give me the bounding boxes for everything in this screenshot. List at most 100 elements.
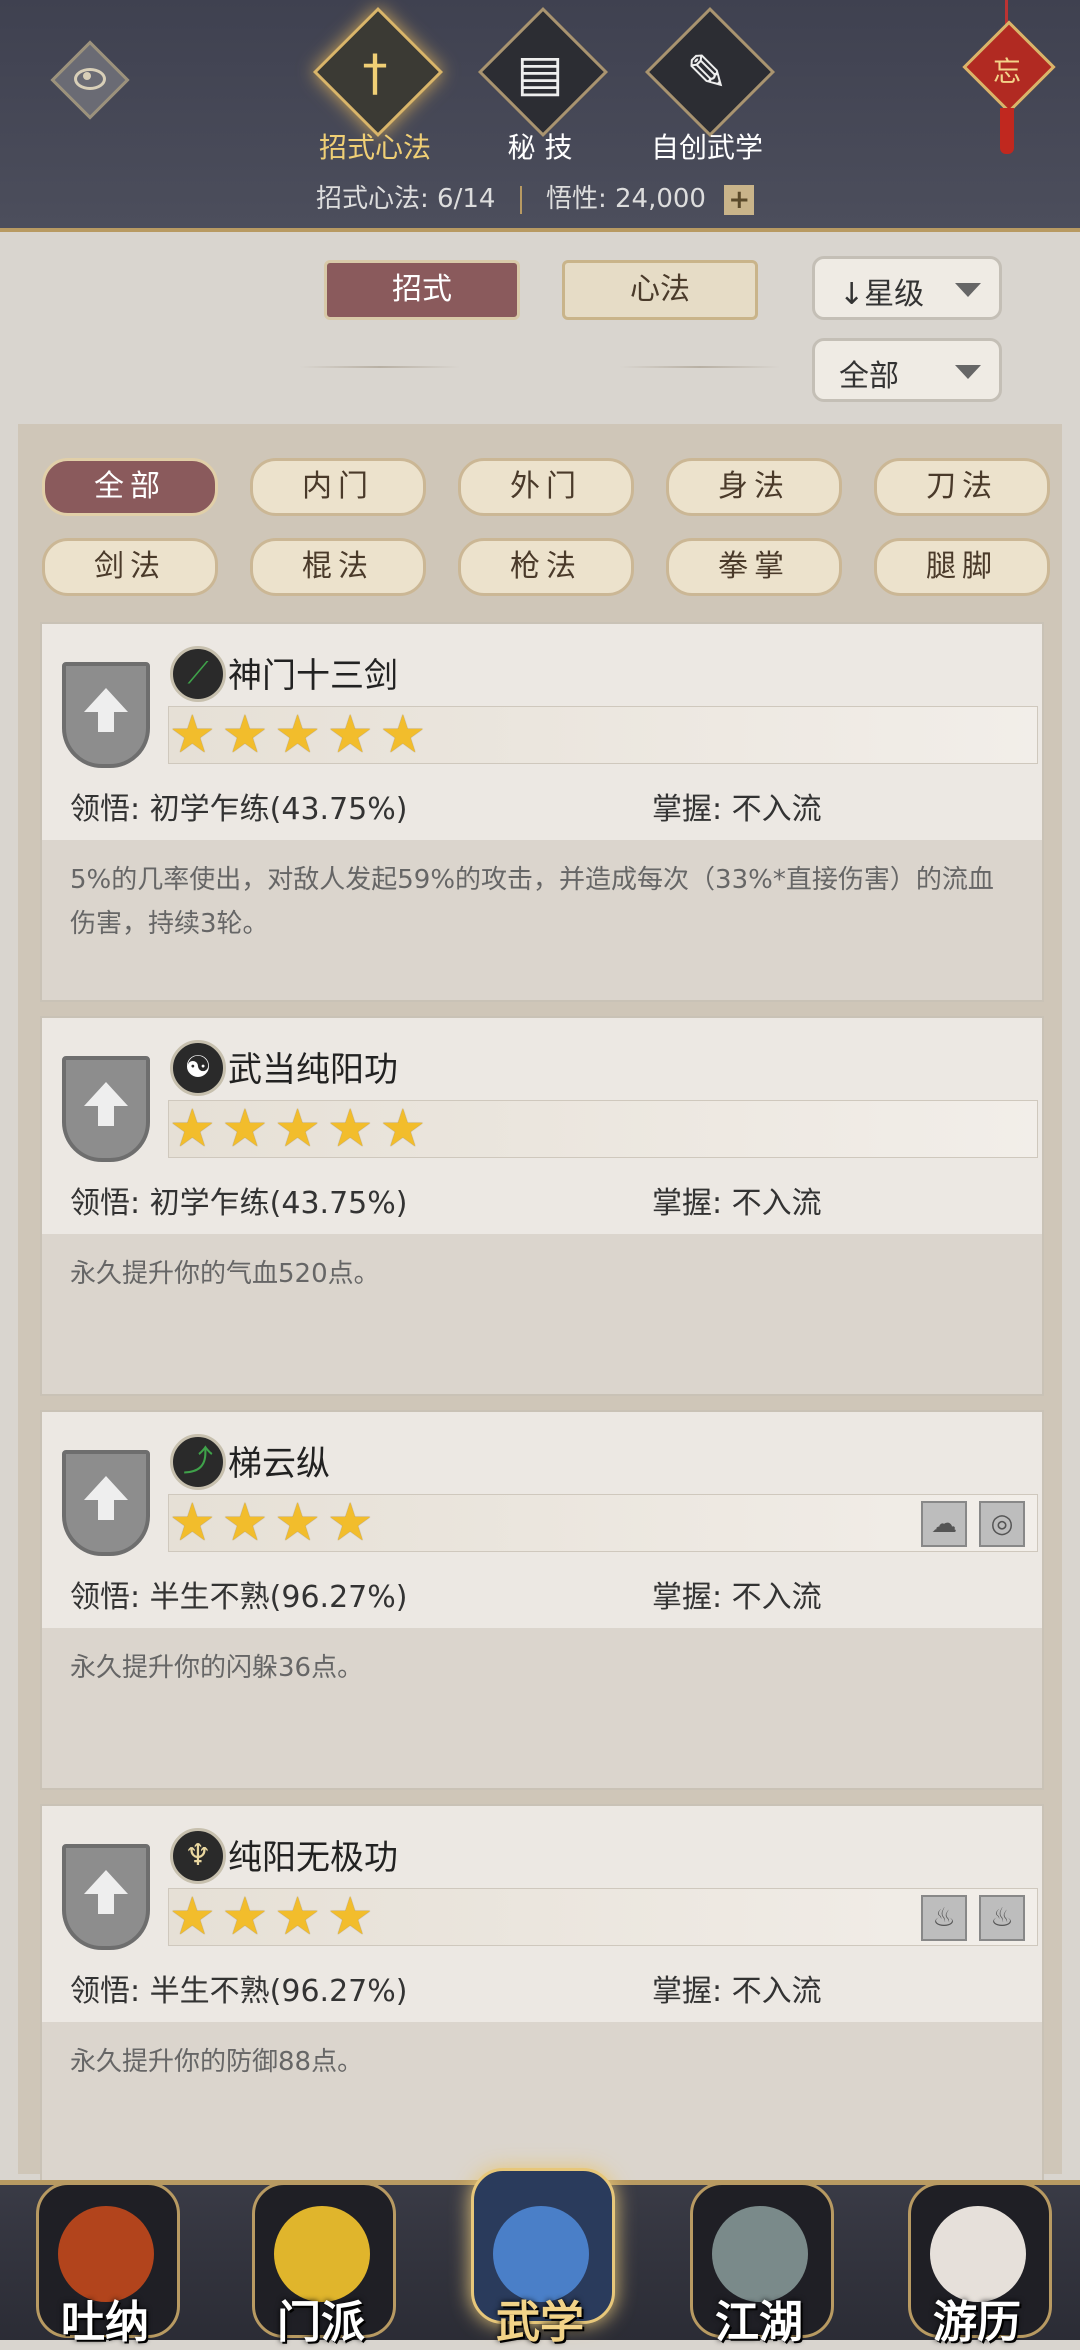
category-chip-inner[interactable]: 内门 <box>250 458 426 516</box>
comprehension: 领悟: 半生不熟(96.27%) <box>70 1966 407 2010</box>
up-arrow-stem <box>98 1892 114 1914</box>
eye-pupil <box>83 72 91 80</box>
tab-moves-methods[interactable]: † 招式心法 <box>300 6 450 174</box>
upgrade-shield-icon[interactable] <box>62 662 150 768</box>
up-arrow-stem <box>98 710 114 732</box>
upgrade-shield-icon[interactable] <box>62 1844 150 1950</box>
scope-dropdown[interactable]: 全部 <box>812 338 1002 402</box>
comprehension-value: 半生不熟(96.27%) <box>149 1580 408 1615</box>
up-arrow-stem <box>98 1104 114 1126</box>
eye-icon <box>74 68 106 90</box>
up-arrow-icon <box>84 1476 128 1500</box>
comprehension-value: 半生不熟(96.27%) <box>149 1974 408 2009</box>
skill-description-box: 5%的几率使出，对敌人发起59%的攻击，并造成每次（33%*直接伤害）的流血伤害… <box>42 840 1042 1000</box>
stars-4: ★★★★ <box>169 1887 380 1947</box>
skill-card[interactable]: ⤴ 梯云纵 ★★★★ ☁ ◎ 领悟: 半生不熟(96.27%) 掌握: 不入流 … <box>40 1410 1044 1790</box>
category-chip-outer[interactable]: 外门 <box>458 458 634 516</box>
fire-icon[interactable]: ♨ <box>921 1895 967 1941</box>
category-chip-fist[interactable]: 拳掌 <box>666 538 842 596</box>
nav-travel[interactable]: 游历 <box>902 2176 1052 2348</box>
comprehension-label: 领悟: <box>70 792 141 827</box>
star-rating: ★★★★ ♨ ♨ <box>168 1887 1038 1947</box>
category-chip-staff[interactable]: 棍法 <box>250 538 426 596</box>
mastery: 掌握: 不入流 <box>652 1966 822 2010</box>
nav-martial-arts[interactable]: 武学 <box>465 2168 615 2348</box>
eye-button[interactable] <box>50 40 130 120</box>
category-chip-all[interactable]: 全部 <box>42 458 218 516</box>
wind-icon[interactable]: ◎ <box>979 1501 1025 1547</box>
tab-label: 秘 技 <box>507 131 573 164</box>
cloud-icon[interactable]: ☁ <box>921 1501 967 1547</box>
divider-ornament <box>620 366 780 368</box>
category-chip-spear[interactable]: 枪法 <box>458 538 634 596</box>
chevron-down-icon <box>955 283 981 297</box>
comprehension-value: 初学乍练(43.75%) <box>149 1186 408 1221</box>
nav-label: 门派 <box>277 2297 365 2348</box>
star-rating: ★★★★★ <box>168 1099 1038 1159</box>
skill-card[interactable]: ⟋ 神门十三剑 ★★★★★ 领悟: 初学乍练(43.75%) 掌握: 不入流 5… <box>40 622 1044 1002</box>
type-button-moves[interactable]: 招式 <box>324 260 520 320</box>
mastery-value: 不入流 <box>731 1186 822 1221</box>
category-chip-blade[interactable]: 刀法 <box>874 458 1050 516</box>
tab-custom-martial-arts[interactable]: ✎ 自创武学 <box>632 6 782 174</box>
nav-label: 江湖 <box>715 2297 803 2348</box>
category-chip-sword[interactable]: 剑法 <box>42 538 218 596</box>
skill-name: 纯阳无极功 <box>228 1838 398 1878</box>
comprehension-value: 初学乍练(43.75%) <box>149 792 408 827</box>
charm-ornament[interactable]: 忘 <box>962 0 1056 160</box>
skill-card[interactable]: ☯ 武当纯阳功 ★★★★★ 领悟: 初学乍练(43.75%) 掌握: 不入流 永… <box>40 1016 1044 1396</box>
stars-4: ★★★★ <box>169 1493 380 1553</box>
add-insight-button[interactable]: + <box>724 184 755 215</box>
stats-divider <box>519 185 522 214</box>
mastery-value: 不入流 <box>731 792 822 827</box>
scroll-icon: ✎ <box>686 44 728 102</box>
tab-secret-skills[interactable]: ▤ 秘 技 <box>465 6 615 174</box>
charm-tassel <box>1000 108 1014 154</box>
sort-dropdown[interactable]: ↓星级 <box>812 256 1002 320</box>
up-arrow-icon <box>84 688 128 712</box>
nav-label: 游历 <box>933 2297 1021 2348</box>
mastery-label: 掌握: <box>652 1186 723 1221</box>
up-arrow-stem <box>98 1498 114 1520</box>
skill-description: 永久提升你的气血520点。 <box>70 1259 380 1289</box>
mastery-label: 掌握: <box>652 792 723 827</box>
type-button-methods[interactable]: 心法 <box>562 260 758 320</box>
comprehension-label: 领悟: <box>70 1974 141 2009</box>
nav-sect[interactable]: 门派 <box>246 2176 396 2348</box>
nav-breathing[interactable]: 吐纳 <box>30 2176 180 2348</box>
star-rating: ★★★★★ <box>168 705 1038 765</box>
up-arrow-icon <box>84 1870 128 1894</box>
tab-label: 招式心法 <box>318 131 431 164</box>
progress-label: 招式心法: <box>316 184 429 214</box>
nav-jianghu[interactable]: 江湖 <box>684 2176 834 2348</box>
skill-description: 5%的几率使出，对敌人发起59%的攻击，并造成每次（33%*直接伤害）的流血伤害… <box>70 865 994 939</box>
skill-name: 武当纯阳功 <box>228 1050 398 1090</box>
flame-icon[interactable]: ♨ <box>979 1895 1025 1941</box>
comprehension-label: 领悟: <box>70 1580 141 1615</box>
category-chip-kick[interactable]: 腿脚 <box>874 538 1050 596</box>
skill-card[interactable]: ♆ 纯阳无极功 ★★★★ ♨ ♨ 领悟: 半生不熟(96.27%) 掌握: 不入… <box>40 1804 1044 2184</box>
skill-description: 永久提升你的闪躲36点。 <box>70 1653 364 1683</box>
boot-icon: ⤴ <box>170 1434 226 1490</box>
upgrade-shield-icon[interactable] <box>62 1450 150 1556</box>
nav-label: 武学 <box>496 2297 584 2348</box>
sort-value: ↓星级 <box>839 277 925 312</box>
mastery-value: 不入流 <box>731 1580 822 1615</box>
skill-list-panel: 全部 内门 外门 身法 刀法 剑法 棍法 枪法 拳掌 腿脚 ⟋ 神门十三剑 ★★… <box>18 424 1062 2184</box>
stars-5: ★★★★★ <box>169 1099 433 1159</box>
insight-label: 悟性: <box>545 184 607 214</box>
mastery: 掌握: 不入流 <box>652 784 822 828</box>
yin-yang-icon: ☯ <box>170 1040 226 1096</box>
mastery-label: 掌握: <box>652 1580 723 1615</box>
sword-skill-icon: ⟋ <box>170 646 226 702</box>
category-chip-agility[interactable]: 身法 <box>666 458 842 516</box>
mastery-label: 掌握: <box>652 1974 723 2009</box>
mastery: 掌握: 不入流 <box>652 1178 822 1222</box>
top-header: † 招式心法 ▤ 秘 技 ✎ 自创武学 招式心法: 6/14 悟性: 24,00… <box>0 0 1080 232</box>
skill-description-box: 永久提升你的气血520点。 <box>42 1234 1042 1394</box>
progress-value: 6/14 <box>437 184 496 214</box>
upgrade-shield-icon[interactable] <box>62 1056 150 1162</box>
comprehension-label: 领悟: <box>70 1186 141 1221</box>
sword-icon: † <box>362 44 388 102</box>
mastery-value: 不入流 <box>731 1974 822 2009</box>
